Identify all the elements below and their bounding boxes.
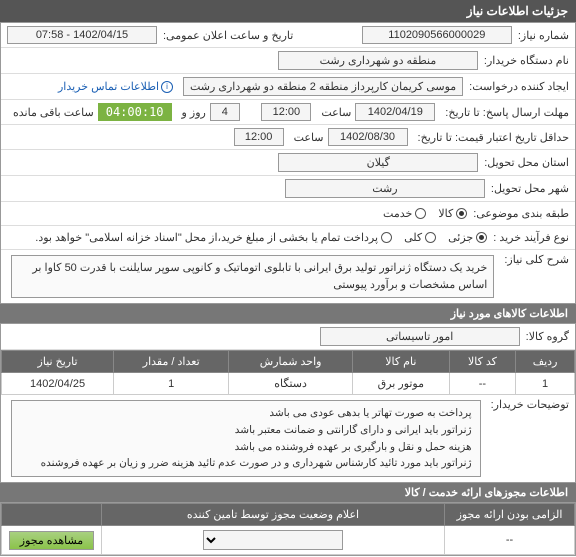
cell-name: موتور برق <box>352 373 449 395</box>
requester-label: ایجاد کننده درخواست: <box>469 80 569 93</box>
goods-section: گروه کالا: امور تاسیساتی ردیف کد کالا نا… <box>0 323 576 483</box>
col-qty: تعداد / مقدار <box>114 351 229 373</box>
radio-dot-icon <box>381 232 392 243</box>
remaining-label: ساعت باقی مانده <box>13 106 94 119</box>
col-status: اعلام وضعیت مجوز توسط تامین کننده <box>102 504 445 526</box>
cell-qty: 1 <box>114 373 229 395</box>
goods-section-header: اطلاعات کالاهای مورد نیاز <box>0 304 576 323</box>
col-code: کد کالا <box>449 351 515 373</box>
hour-label-2: ساعت <box>294 131 324 144</box>
goods-table-header-row: ردیف کد کالا نام کالا واحد شمارش تعداد /… <box>2 351 575 373</box>
info-icon: i <box>161 81 173 93</box>
col-mandatory: الزامی بودن ارائه مجوز <box>445 504 575 526</box>
permits-header-row: الزامی بودن ارائه مجوز اعلام وضعیت مجوز … <box>2 504 575 526</box>
goods-group-label: گروه کالا: <box>526 330 569 343</box>
purchase-type-label: نوع فرآیند خرید : <box>493 231 569 244</box>
radio-partial[interactable]: جزئی <box>448 231 487 244</box>
buyer-contact-link[interactable]: i اطلاعات تماس خریدار <box>58 80 173 93</box>
reply-date-value: 1402/04/19 <box>355 103 435 121</box>
status-select[interactable] <box>203 530 343 550</box>
permits-table: الزامی بودن ارائه مجوز اعلام وضعیت مجوز … <box>1 503 575 555</box>
day-and-label: روز و <box>182 106 206 119</box>
purchase-type-radio-group: جزئی کلی <box>404 231 487 244</box>
countdown-timer: 04:00:10 <box>98 103 172 121</box>
col-unit: واحد شمارش <box>229 351 353 373</box>
radio-dot-checked-icon <box>456 208 467 219</box>
city-value: رشت <box>285 179 485 198</box>
col-action <box>2 504 102 526</box>
cell-code: -- <box>449 373 515 395</box>
radio-total-label: کلی <box>404 231 422 244</box>
view-permit-button[interactable]: مشاهده مجوز <box>9 531 94 550</box>
radio-dot-icon <box>415 208 426 219</box>
treasury-note-check: پرداخت تمام یا بخشی از مبلغ خرید،از محل … <box>35 231 392 244</box>
goods-table: ردیف کد کالا نام کالا واحد شمارش تعداد /… <box>1 350 575 395</box>
permits-section-header: اطلاعات مجوزهای ارائه خدمت / کالا <box>0 483 576 502</box>
price-date-value: 1402/08/30 <box>328 128 408 146</box>
cell-status <box>102 526 445 555</box>
need-details-section: شماره نیاز: 1102090566000029 تاریخ و ساع… <box>0 22 576 304</box>
city-label: شهر محل تحویل: <box>491 182 569 195</box>
note-line: ژنراتور باید مورد تائید کارشناس شهرداری … <box>20 455 472 472</box>
general-desc-label: شرح کلی نیاز: <box>504 253 569 266</box>
cell-mandatory: -- <box>445 526 575 555</box>
note-line: هزینه حمل و نقل و بارگیری بر عهده فروشند… <box>20 439 472 456</box>
cell-date: 1402/04/25 <box>2 373 114 395</box>
price-hour-value: 12:00 <box>234 128 284 146</box>
province-label: استان محل تحویل: <box>484 156 569 169</box>
note-line: پرداخت به صورت تهاتر یا بدهی عودی می باش… <box>20 405 472 422</box>
table-row[interactable]: 1 -- موتور برق دستگاه 1 1402/04/25 <box>2 373 575 395</box>
category-radio-group: کالا خدمت <box>383 207 467 220</box>
treasury-note-text: پرداخت تمام یا بخشی از مبلغ خرید،از محل … <box>35 231 378 244</box>
announce-value: 1402/04/15 - 07:58 <box>7 26 157 44</box>
days-value: 4 <box>210 103 240 121</box>
col-row: ردیف <box>516 351 575 373</box>
page-header: جزئیات اطلاعات نیاز <box>0 0 576 22</box>
radio-service[interactable]: خدمت <box>383 207 426 220</box>
need-number-label: شماره نیاز: <box>518 29 569 42</box>
need-number-value: 1102090566000029 <box>362 26 512 44</box>
reply-hour-value: 12:00 <box>261 103 311 121</box>
cell-action: مشاهده مجوز <box>2 526 102 555</box>
goods-group-value: امور تاسیساتی <box>320 327 520 346</box>
cell-unit: دستگاه <box>229 373 353 395</box>
buyer-notes-box: پرداخت به صورت تهاتر یا بدهی عودی می باش… <box>11 400 481 477</box>
contact-link-text: اطلاعات تماس خریدار <box>58 80 159 93</box>
radio-dot-checked-icon <box>476 232 487 243</box>
radio-service-label: خدمت <box>383 207 412 220</box>
note-line: ژنراتور باید ایرانی و دارای گارانتی و ضم… <box>20 422 472 439</box>
category-label: طبقه بندی موضوعی: <box>473 207 569 220</box>
col-date: تاریخ نیاز <box>2 351 114 373</box>
buyer-org-value: منطقه دو شهرداری رشت <box>278 51 478 70</box>
requester-value: موسی کریمان کارپرداز منطقه 2 منطقه دو شه… <box>183 77 463 96</box>
col-name: نام کالا <box>352 351 449 373</box>
radio-goods-label: کالا <box>438 207 453 220</box>
general-desc-box: خرید یک دستگاه ژنراتور تولید برق ایرانی … <box>11 255 494 298</box>
table-row: -- مشاهده مجوز <box>2 526 575 555</box>
radio-total[interactable]: کلی <box>404 231 436 244</box>
permits-section: الزامی بودن ارائه مجوز اعلام وضعیت مجوز … <box>0 502 576 556</box>
buyer-notes-label: توضیحات خریدار: <box>491 398 569 411</box>
radio-partial-label: جزئی <box>448 231 473 244</box>
province-value: گیلان <box>278 153 478 172</box>
buyer-org-label: نام دستگاه خریدار: <box>484 54 569 67</box>
hour-label-1: ساعت <box>321 106 351 119</box>
reply-deadline-label: مهلت ارسال پاسخ: تا تاریخ: <box>445 106 569 119</box>
announce-label: تاریخ و ساعت اعلان عمومی: <box>163 29 293 42</box>
cell-row: 1 <box>516 373 575 395</box>
radio-goods[interactable]: کالا <box>438 207 467 220</box>
page-title: جزئیات اطلاعات نیاز <box>467 4 568 18</box>
radio-dot-icon <box>425 232 436 243</box>
price-valid-label: حداقل تاریخ اعتبار قیمت: تا تاریخ: <box>418 131 569 144</box>
